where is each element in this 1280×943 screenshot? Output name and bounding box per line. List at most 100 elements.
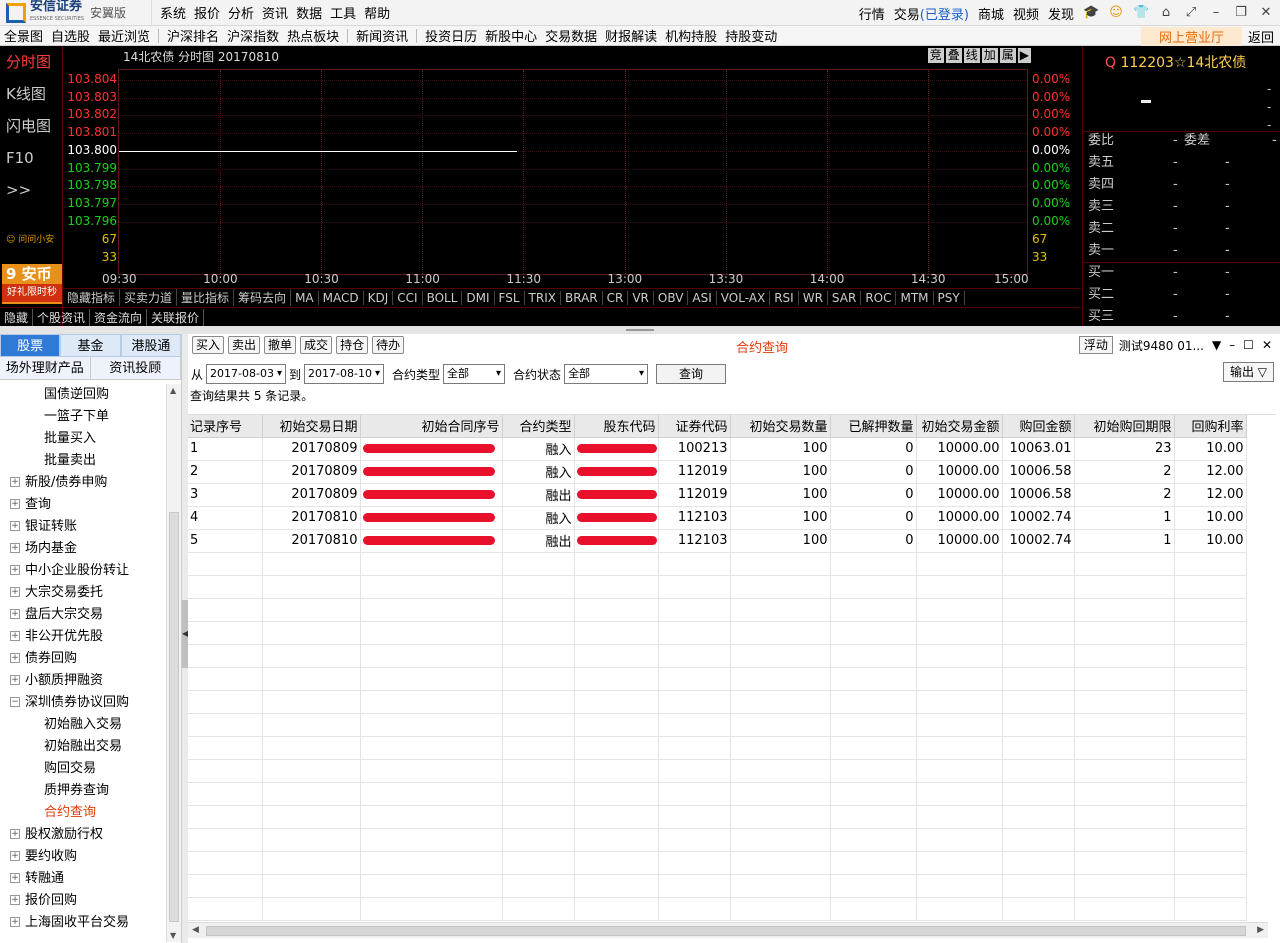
- expand-icon[interactable]: +: [10, 630, 20, 641]
- market-menu[interactable]: 行情: [859, 4, 885, 23]
- table-row[interactable]: 1 20170809 融入 100213 100 0 10000.00 10063.01 23 1…: [188, 437, 1247, 461]
- expand-icon[interactable]: +: [10, 674, 20, 685]
- panel-minimize-icon[interactable]: –: [1229, 338, 1235, 352]
- expand-icon[interactable]: +: [10, 608, 20, 619]
- shirt-icon[interactable]: 👕: [1133, 6, 1149, 20]
- table-row[interactable]: 2 20170809 融入 112019 100 0 10000.00 10006.58 2 12…: [188, 460, 1247, 484]
- panel-maximize-icon[interactable]: ☐: [1243, 338, 1254, 352]
- nav-item[interactable]: 沪深指数: [223, 26, 283, 45]
- sub-tab[interactable]: 资金流向: [90, 308, 148, 326]
- tree-item[interactable]: + 新股/债券申购: [0, 472, 166, 494]
- indicator-tab[interactable]: ROC: [861, 290, 897, 305]
- tree-item[interactable]: + 非公开优先股: [0, 626, 166, 648]
- back-button[interactable]: 返回: [1242, 27, 1280, 46]
- category-tab-secondary[interactable]: 场外理财产品: [0, 357, 91, 379]
- tree-item[interactable]: + 股权激励行权: [0, 824, 166, 846]
- chart-side-tab[interactable]: K线图: [0, 78, 62, 110]
- tree-item[interactable]: + 大宗交易委托: [0, 582, 166, 604]
- graduation-cap-icon[interactable]: 🎓: [1083, 6, 1099, 20]
- menu-item[interactable]: 系统: [160, 3, 186, 22]
- indicator-tab[interactable]: BRAR: [561, 290, 603, 305]
- category-tab-secondary[interactable]: 资讯投顾: [90, 357, 181, 379]
- indicator-tab[interactable]: 买卖力道: [120, 289, 178, 306]
- chart-tool-button[interactable]: 竞: [927, 48, 944, 63]
- nav-item[interactable]: 投资日历: [421, 26, 481, 45]
- category-tab[interactable]: 基金: [60, 334, 121, 357]
- export-button[interactable]: 输出 ▽: [1222, 362, 1274, 382]
- indicator-tab[interactable]: 量比指标: [177, 289, 235, 306]
- nav-item[interactable]: 交易数据: [541, 26, 601, 45]
- menu-item[interactable]: 数据: [296, 3, 322, 22]
- tree-item[interactable]: 初始融入交易: [0, 714, 166, 736]
- nav-item[interactable]: 全景图: [0, 26, 47, 45]
- tree-item[interactable]: 合约查询: [0, 802, 166, 824]
- nav-item[interactable]: 沪深排名: [163, 26, 223, 45]
- chart-side-tab[interactable]: >>: [0, 174, 62, 206]
- indicator-tab[interactable]: WR: [799, 290, 828, 305]
- tree-item[interactable]: 初始融出交易: [0, 736, 166, 758]
- expand-icon[interactable]: +: [10, 476, 20, 487]
- column-header[interactable]: 回购利率: [1174, 415, 1247, 438]
- indicator-tab[interactable]: SAR: [828, 290, 862, 305]
- menu-item[interactable]: 工具: [330, 3, 356, 22]
- indicator-tab[interactable]: PSY: [934, 290, 965, 305]
- intraday-chart[interactable]: 14北农债 分时图 20170810 竞叠线加属 ▶ 103.804 0.00% 10…: [63, 46, 1081, 288]
- tree-item[interactable]: + 报价回购: [0, 890, 166, 912]
- tree-item[interactable]: 一篮子下单: [0, 406, 166, 428]
- nav-item[interactable]: 财报解读: [601, 26, 661, 45]
- chart-side-tab[interactable]: 闪电图: [0, 110, 62, 142]
- expand-icon[interactable]: +: [10, 872, 20, 883]
- indicator-tab[interactable]: VR: [628, 290, 654, 305]
- column-header[interactable]: 记录序号: [188, 415, 263, 438]
- trade-menu[interactable]: 交易(已登录): [894, 4, 969, 23]
- chart-tool-button[interactable]: 线: [963, 48, 980, 63]
- column-header[interactable]: 初始交易数量: [730, 415, 831, 438]
- tree-item[interactable]: 质押券查询: [0, 780, 166, 802]
- query-button[interactable]: 查询: [656, 364, 727, 384]
- fullscreen-icon[interactable]: ⤢: [1183, 6, 1199, 20]
- expand-icon[interactable]: +: [10, 564, 20, 575]
- chart-tool-button[interactable]: ▶: [1017, 48, 1031, 63]
- indicator-tab[interactable]: FSL: [495, 290, 525, 305]
- float-button[interactable]: 浮动: [1078, 336, 1113, 354]
- action-button[interactable]: 成交: [300, 336, 333, 354]
- indicator-tab[interactable]: VOL-AX: [717, 290, 771, 305]
- action-button[interactable]: 撤单: [264, 336, 297, 354]
- category-tab[interactable]: 港股通: [120, 334, 181, 357]
- nav-item[interactable]: 机构持股: [661, 26, 721, 45]
- indicator-tab[interactable]: 隐藏指标: [63, 289, 121, 306]
- tree-scrollbar[interactable]: ▲ ▼: [166, 384, 181, 942]
- column-header[interactable]: 初始交易日期: [262, 415, 361, 438]
- ask-assistant-button[interactable]: ☺ 问问小安: [6, 232, 54, 245]
- tree-item[interactable]: + 转融通: [0, 868, 166, 890]
- category-tab[interactable]: 股票: [0, 334, 61, 357]
- indicator-tab[interactable]: ASI: [688, 290, 717, 305]
- to-date-picker[interactable]: 2017-08-10: [304, 364, 385, 384]
- expand-icon[interactable]: +: [10, 542, 20, 553]
- expand-icon[interactable]: +: [10, 850, 20, 861]
- tree-item[interactable]: + 银证转账: [0, 516, 166, 538]
- tree-item[interactable]: + 债券回购: [0, 648, 166, 670]
- expand-icon[interactable]: +: [10, 916, 20, 927]
- tree-item[interactable]: + 小额质押融资: [0, 670, 166, 692]
- tree-item[interactable]: + 上海固收平台交易: [0, 912, 166, 934]
- nav-item[interactable]: 新股中心: [481, 26, 541, 45]
- nav-item[interactable]: 热点板块: [283, 26, 343, 45]
- nav-item[interactable]: 自选股: [47, 26, 94, 45]
- action-button[interactable]: 买入: [192, 336, 225, 354]
- indicator-tab[interactable]: MA: [291, 290, 319, 305]
- column-header[interactable]: 初始购回期限: [1074, 415, 1175, 438]
- column-header[interactable]: 初始合同序号: [360, 415, 503, 438]
- tree-item[interactable]: + 查询: [0, 494, 166, 516]
- chart-side-tab[interactable]: 分时图: [0, 46, 62, 78]
- expand-icon[interactable]: +: [10, 586, 20, 597]
- menu-item[interactable]: 资讯: [262, 3, 288, 22]
- column-header[interactable]: 证券代码: [658, 415, 731, 438]
- nav-item[interactable]: 持股变动: [721, 26, 781, 45]
- indicator-tab[interactable]: OBV: [654, 290, 689, 305]
- tree-item[interactable]: 批量买入: [0, 428, 166, 450]
- tree-item[interactable]: + 场内基金: [0, 538, 166, 560]
- contract-type-select[interactable]: 全部: [443, 364, 506, 384]
- nav-item[interactable]: 新闻资讯: [352, 26, 412, 45]
- column-header[interactable]: 购回金额: [1002, 415, 1075, 438]
